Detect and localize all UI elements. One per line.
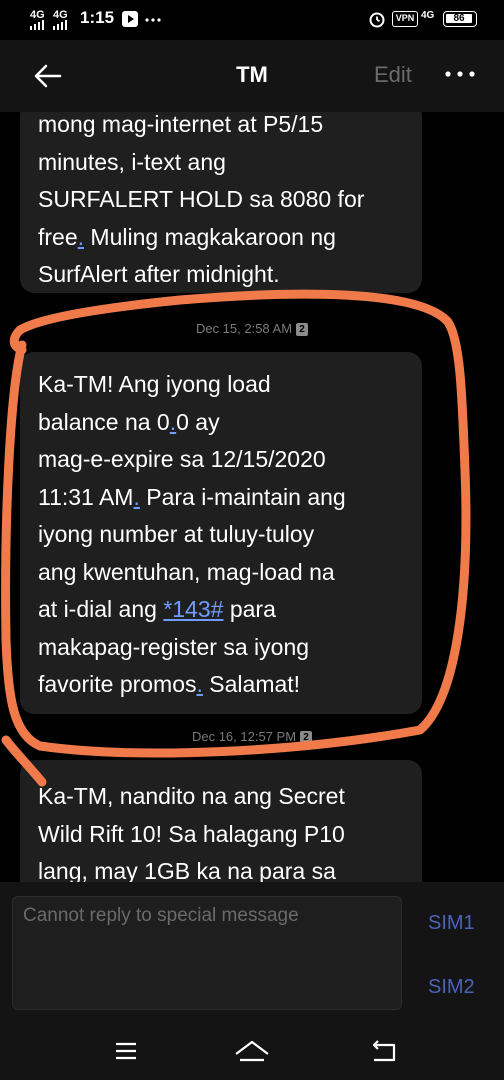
back-button[interactable]: [24, 58, 68, 94]
send-sim1-button[interactable]: SIM1: [428, 912, 475, 935]
clock: 1:15: [80, 8, 115, 27]
signal-icon: [53, 20, 67, 30]
message-text: Ka-TM! Ang iyong load balance na 0: [38, 371, 271, 435]
home-icon: [235, 1040, 269, 1062]
home-button[interactable]: [232, 1036, 272, 1066]
battery-icon: 86: [443, 11, 477, 27]
menu-icon: [116, 1042, 136, 1060]
reply-input[interactable]: Cannot reply to special message: [12, 896, 402, 1010]
edit-button[interactable]: Edit: [374, 62, 412, 88]
back-nav-button[interactable]: [364, 1036, 404, 1066]
conversation-header: TM Edit: [0, 40, 504, 112]
timestamp-text: Dec 15, 2:58 AM: [195, 321, 293, 336]
message-bubble[interactable]: Ka-TM, nandito na ang Secret Wild Rift 1…: [20, 760, 422, 882]
sim-badge: 2: [296, 323, 309, 336]
back-icon: [372, 1040, 396, 1062]
alarm-icon: [369, 12, 385, 28]
send-sim2-button[interactable]: SIM2: [428, 976, 475, 999]
timestamp-text: Dec 16, 12:57 PM: [191, 729, 297, 744]
message-text: Salamat!: [202, 671, 301, 697]
sim-badge: 2: [300, 731, 313, 744]
back-arrow-icon: [34, 64, 62, 88]
more-options-icon: [445, 71, 475, 77]
message-timestamp: Dec 16, 12:57 PM 2: [0, 729, 504, 744]
system-nav-bar: [0, 1022, 504, 1080]
vpn-icon: VPN: [392, 11, 418, 27]
message-timestamp: Dec 15, 2:58 AM 2: [0, 321, 504, 336]
more-dots-icon: [145, 18, 161, 22]
play-icon: [122, 11, 138, 27]
status-bar: 4G 4G 1:15 VPN 4G 86: [0, 0, 504, 40]
message-thread[interactable]: mong mag-internet at P5/15 minutes, i-te…: [0, 112, 504, 882]
recents-button[interactable]: [106, 1036, 146, 1066]
reply-area: Cannot reply to special message SIM1 SIM…: [0, 882, 504, 1022]
message-text: Ka-TM, nandito na ang Secret Wild Rift 1…: [38, 783, 345, 882]
message-bubble[interactable]: Ka-TM! Ang iyong load balance na 0.0 ay …: [20, 352, 422, 714]
ussd-link[interactable]: *143#: [163, 596, 223, 622]
network-type: 4G: [421, 10, 435, 21]
page-title: TM: [236, 62, 268, 87]
message-bubble[interactable]: mong mag-internet at P5/15 minutes, i-te…: [20, 112, 422, 293]
signal-icon: [30, 20, 44, 30]
more-options-button[interactable]: [440, 54, 480, 94]
message-text: .: [273, 261, 280, 287]
battery-level: 86: [446, 14, 472, 24]
